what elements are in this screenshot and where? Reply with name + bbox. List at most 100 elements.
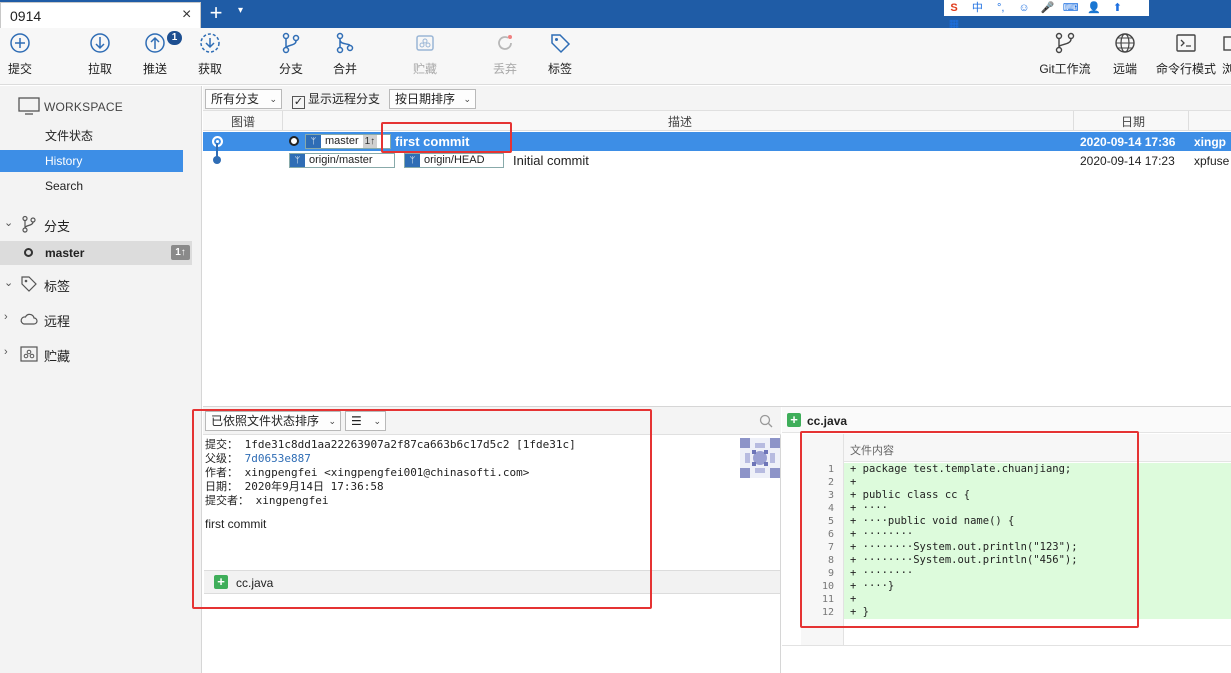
pull-button[interactable]: 拉取 — [84, 32, 116, 82]
column-description[interactable]: 描述 — [668, 113, 692, 130]
tab-repo[interactable]: 0914 × — [0, 2, 201, 28]
chevron-down-icon[interactable]: ⌄ — [4, 216, 13, 229]
explorer-label: 浏 — [1222, 62, 1231, 76]
tag-label: 标签 — [547, 62, 572, 76]
fetch-button[interactable]: 获取 — [194, 32, 226, 82]
ime-emoji-icon[interactable]: ☺ — [1016, 1, 1032, 15]
diff-line: + ········System.out.println("123"); — [844, 541, 1231, 554]
stash-icon — [416, 35, 434, 51]
commit-row[interactable]: ᛘ master 1↑ first commit 2020-09-14 17:36 … — [203, 132, 1231, 151]
ref-label: origin/master — [309, 154, 373, 166]
committer-label: 提交者： — [205, 495, 249, 507]
column-divider[interactable] — [1073, 111, 1074, 131]
show-remote-checkbox[interactable]: ✓ 显示远程分支 — [292, 90, 380, 109]
ime-mic-icon[interactable]: 🎤 — [1039, 1, 1055, 15]
chevron-right-icon[interactable]: › — [4, 311, 8, 323]
gitflow-label: Git工作流 — [1039, 62, 1091, 76]
commit-row[interactable]: ᛘ origin/master ᛘ origin/HEAD Initial comm… — [203, 143, 1231, 170]
search-icon[interactable] — [759, 414, 773, 428]
section-remotes[interactable]: › 远程 — [0, 307, 202, 331]
stash-button[interactable]: 贮藏 — [409, 32, 441, 82]
ime-punct-icon[interactable]: °, — [993, 1, 1009, 15]
sidebar-item-search[interactable]: Search — [0, 175, 183, 197]
ime-logo-icon[interactable]: S — [946, 1, 962, 15]
parent-hash-link[interactable]: 7d0653e887 — [245, 452, 311, 465]
chevron-down-icon: ⌄ — [373, 416, 381, 426]
section-tags[interactable]: ⌄ 标签 — [0, 272, 202, 296]
branch-ref-origin-master[interactable]: ᛘ origin/master — [289, 153, 395, 168]
details-toolbar: 已依照文件状态排序 ⌄ ☰ ⌄ — [203, 407, 781, 435]
cloud-icon — [20, 313, 38, 325]
checkbox-icon[interactable]: ✓ — [292, 96, 305, 109]
merge-button[interactable]: 合并 — [329, 32, 361, 82]
push-count-badge: 1 — [167, 31, 182, 45]
ime-toolbar: S 中 °, ☺ 🎤 ⌨ 👤 ⬆ ▦ — [944, 0, 1149, 30]
remote-label: 远端 — [1112, 62, 1137, 76]
branches-label: 分支 — [44, 219, 71, 234]
tab-menu-icon[interactable]: ▾ — [238, 5, 243, 16]
branch-ref-icon: ᛘ — [290, 154, 305, 167]
list-mode-dropdown[interactable]: ☰ ⌄ — [345, 411, 386, 431]
column-graph[interactable]: 图谱 — [231, 113, 255, 130]
globe-icon — [1115, 33, 1135, 53]
gitflow-button[interactable]: Git工作流 — [1036, 32, 1094, 82]
line-number: 6 — [827, 529, 834, 540]
section-stashes[interactable]: › 贮藏 — [0, 342, 202, 366]
ime-lang-icon[interactable]: 中 — [969, 1, 985, 15]
sort-dropdown[interactable]: 按日期排序 ⌄ — [389, 89, 476, 109]
chevron-right-icon[interactable]: › — [4, 346, 8, 358]
file-sort-dropdown[interactable]: 已依照文件状态排序 ⌄ — [205, 411, 341, 431]
chevron-down-icon[interactable]: ⌄ — [4, 276, 13, 289]
history-filter-bar: 所有分支 ⌄ ✓ 显示远程分支 按日期排序 ⌄ — [203, 86, 1231, 111]
branch-ref-origin-head[interactable]: ᛘ origin/HEAD — [404, 153, 504, 168]
branch-button[interactable]: 分支 — [275, 32, 307, 82]
branch-name: master — [45, 246, 85, 260]
explorer-button[interactable]: 浏 — [1222, 32, 1231, 82]
explorer-icon — [1223, 36, 1231, 51]
tag-button[interactable]: 标签 — [544, 32, 576, 82]
line-number: 12 — [821, 607, 834, 618]
changed-file-row[interactable]: + cc.java — [204, 570, 780, 594]
commit-message: first commit — [395, 134, 470, 149]
sidebar-branch-master[interactable]: master 1↑ — [0, 241, 192, 265]
sidebar-item-history[interactable]: History — [0, 150, 183, 172]
commit-button[interactable]: 提交 — [4, 32, 36, 82]
changed-file-name: cc.java — [236, 576, 274, 590]
sidebar-item-file-status[interactable]: 文件状态 — [0, 125, 183, 147]
hunk-header: 文件内容 — [844, 434, 1231, 462]
tab-close-icon[interactable]: × — [182, 6, 191, 24]
new-tab-button[interactable]: + — [206, 1, 226, 25]
branch-ref-master[interactable]: ᛘ master 1↑ — [305, 134, 391, 149]
diff-file-name: cc.java — [807, 414, 848, 428]
push-label: 推送 — [142, 62, 167, 76]
diff-line: + ····} — [844, 580, 1231, 593]
branch-icon — [282, 32, 300, 54]
remote-button[interactable]: 远端 — [1109, 32, 1141, 82]
stashes-label: 贮藏 — [44, 349, 71, 364]
fetch-icon — [200, 33, 220, 53]
branch-ref-icon: ᛘ — [405, 154, 420, 167]
line-number: 9 — [827, 568, 834, 579]
section-branches[interactable]: ⌄ 分支 — [0, 212, 202, 236]
terminal-button[interactable]: 命令行模式 — [1154, 32, 1218, 82]
line-number: 8 — [827, 555, 834, 566]
diff-pane: + cc.java 文件内容 1 2 3 4 5 6 7 8 9 10 11 12 + package… — [782, 407, 1231, 673]
ime-keyboard-icon[interactable]: ⌨ — [1063, 1, 1079, 15]
line-number: 4 — [827, 503, 834, 514]
terminal-label: 命令行模式 — [1155, 62, 1216, 76]
committer-value: xingpengfei — [255, 494, 329, 507]
discard-button[interactable]: 丢弃 — [489, 32, 521, 82]
tags-label: 标签 — [44, 279, 71, 294]
tag-icon — [21, 276, 37, 292]
pull-icon — [90, 33, 110, 53]
ime-user-icon[interactable]: 👤 — [1086, 1, 1102, 15]
column-divider[interactable] — [282, 111, 283, 131]
branch-filter-dropdown[interactable]: 所有分支 ⌄ — [205, 89, 282, 109]
stash-icon — [20, 346, 38, 362]
graph-line — [216, 143, 218, 157]
column-divider[interactable] — [1188, 111, 1189, 131]
ime-upload-icon[interactable]: ⬆ — [1109, 1, 1125, 15]
author-label: 作者： — [205, 467, 238, 479]
column-date[interactable]: 日期 — [1121, 113, 1145, 130]
push-button[interactable]: 1 推送 — [139, 31, 182, 82]
